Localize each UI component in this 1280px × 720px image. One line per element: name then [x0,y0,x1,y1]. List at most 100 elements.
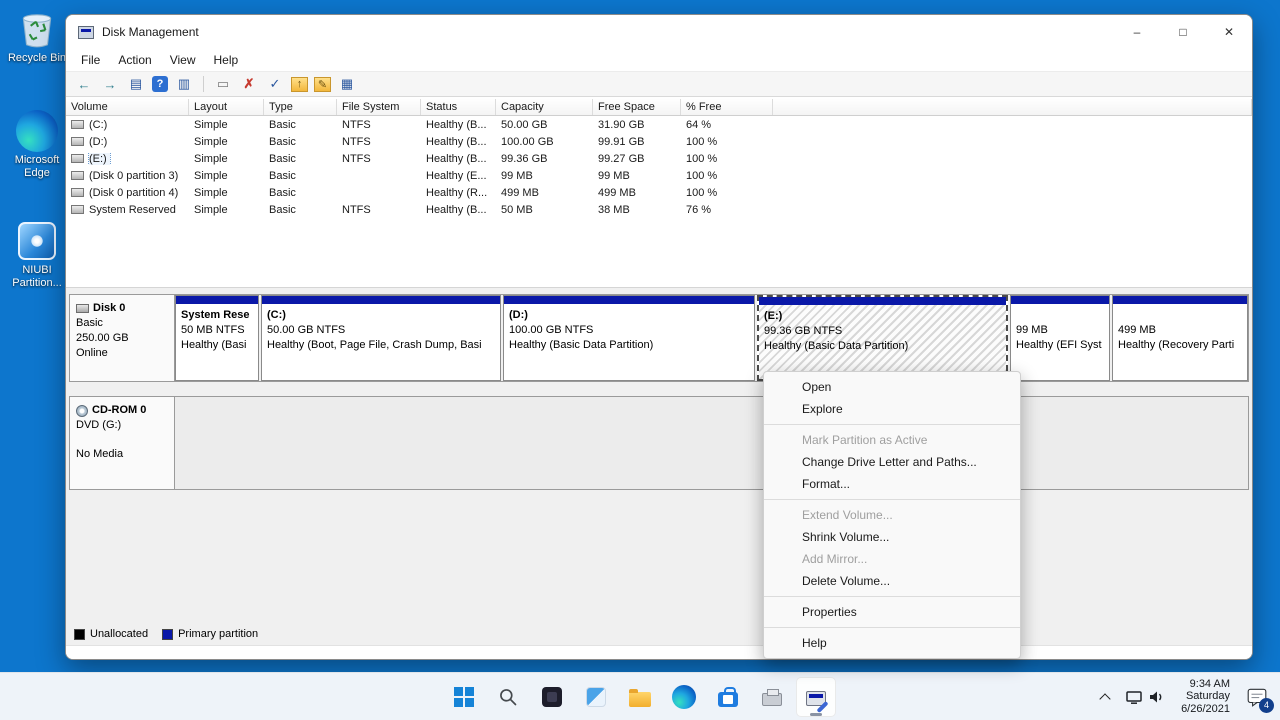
disk0-row: Disk 0 Basic 250.00 GB Online System Res… [69,294,1249,382]
volume-row-e[interactable]: (E:) Simple Basic NTFS Healthy (B... 99.… [66,150,1252,167]
volume-name: (Disk 0 partition 4) [89,187,178,199]
printer-icon [762,693,782,706]
help-icon[interactable]: ? [152,76,168,92]
volume-list: Volume Layout Type File System Status Ca… [66,99,1252,287]
disk0-label[interactable]: Disk 0 Basic 250.00 GB Online [70,295,175,381]
menu-help[interactable]: Help [205,50,248,70]
microsoft-store-button[interactable] [708,677,748,717]
dialog-icon[interactable]: ▭ [213,75,233,93]
desktop-icon-label: Recycle Bin [4,52,70,65]
partition-system-reserved[interactable]: System Rese 50 MB NTFS Healthy (Basi [175,295,259,381]
network-icon [1125,688,1143,706]
column-header-capacity[interactable]: Capacity [496,99,593,115]
task-view-icon [542,687,562,707]
menu-item-delete-volume[interactable]: Delete Volume... [764,570,1020,592]
volume-row-partition4[interactable]: (Disk 0 partition 4) Simple Basic Health… [66,184,1252,201]
forward-icon[interactable]: → [100,75,120,93]
volume-name-selected: (E:) [89,153,110,165]
disk-management-icon [806,691,826,706]
windows-logo-icon [454,687,474,707]
column-header-pct-free[interactable]: % Free [681,99,773,115]
cdrom0-kind: DVD (G:) [76,418,170,433]
column-header-free-space[interactable]: Free Space [593,99,681,115]
menu-item-shrink-volume[interactable]: Shrink Volume... [764,526,1020,548]
desktop-icon-label: Microsoft Edge [4,154,70,180]
column-header-type[interactable]: Type [264,99,337,115]
menu-item-explore[interactable]: Explore [764,398,1020,420]
taskbar-clock[interactable]: 9:34 AM Saturday 6/26/2021 [1175,677,1236,717]
volume-row-c[interactable]: (C:) Simple Basic NTFS Healthy (B... 50.… [66,116,1252,133]
widgets-button[interactable] [576,677,616,717]
menu-view[interactable]: View [161,50,205,70]
legend: Unallocated Primary partition [74,628,258,640]
volume-row-d[interactable]: (D:) Simple Basic NTFS Healthy (B... 100… [66,133,1252,150]
titlebar[interactable]: Disk Management – □ ✕ [66,15,1252,49]
menu-item-properties[interactable]: Properties [764,601,1020,623]
column-header-filler [773,99,1252,115]
cdrom0-empty-area[interactable] [175,397,1248,489]
volume-name: (D:) [89,136,107,148]
desktop-icon-niubi-partition[interactable]: NIUBI Partition... [4,220,70,290]
primary-partition-color-bar [1113,296,1247,304]
volume-name: (C:) [89,119,107,131]
network-volume-button[interactable] [1119,677,1171,717]
desktop-icon-microsoft-edge[interactable]: Microsoft Edge [4,110,70,180]
notification-badge: 4 [1259,698,1274,713]
desktop-icon-recycle-bin[interactable]: Recycle Bin [4,8,70,65]
edit-volume-icon[interactable]: ✎ [314,77,331,92]
disk-icon [76,304,89,313]
menu-action[interactable]: Action [109,50,160,70]
partition-recovery[interactable]: 499 MB Healthy (Recovery Parti [1112,295,1248,381]
recycle-bin-icon [15,8,59,50]
close-button[interactable]: ✕ [1206,15,1252,49]
menu-item-mark-partition-active: Mark Partition as Active [764,429,1020,451]
partition-d[interactable]: (D:) 100.00 GB NTFS Healthy (Basic Data … [503,295,755,381]
primary-partition-color-bar [262,296,500,304]
column-header-layout[interactable]: Layout [189,99,264,115]
system-tray: 9:34 AM Saturday 6/26/2021 4 [1095,673,1274,720]
menu-item-extend-volume: Extend Volume... [764,504,1020,526]
menu-item-open[interactable]: Open [764,376,1020,398]
clock-time: 9:34 AM [1181,678,1230,691]
delete-volume-icon[interactable]: ✗ [239,75,259,93]
window-statusbar [66,645,1252,659]
toolbar-separator [203,76,204,92]
search-button[interactable] [488,677,528,717]
new-volume-icon[interactable]: ↑ [291,77,308,92]
primary-partition-color-bar [176,296,258,304]
primary-partition-color-bar [1011,296,1109,304]
menu-item-format[interactable]: Format... [764,473,1020,495]
menu-file[interactable]: File [72,50,109,70]
partition-c[interactable]: (C:) 50.00 GB NTFS Healthy (Boot, Page F… [261,295,501,381]
mark-active-icon[interactable]: ✓ [265,75,285,93]
column-header-file-system[interactable]: File System [337,99,421,115]
back-icon[interactable]: ← [74,75,94,93]
volume-row-partition3[interactable]: (Disk 0 partition 3) Simple Basic Health… [66,167,1252,184]
minimize-button[interactable]: – [1114,15,1160,49]
column-header-status[interactable]: Status [421,99,496,115]
printer-tool-button[interactable] [752,677,792,717]
task-view-button[interactable] [532,677,572,717]
menu-item-help[interactable]: Help [764,632,1020,654]
window-list-icon[interactable]: ▥ [174,75,194,93]
menu-separator [764,596,1020,597]
volume-row-system-reserved[interactable]: System Reserved Simple Basic NTFS Health… [66,201,1252,218]
cdrom0-label[interactable]: CD-ROM 0 DVD (G:) No Media [70,397,175,489]
partition-e-selected[interactable]: (E:) 99.36 GB NTFS Healthy (Basic Data P… [757,295,1008,381]
file-explorer-button[interactable] [620,677,660,717]
volume-icon [71,154,84,163]
column-header-volume[interactable]: Volume [66,99,189,115]
edge-button[interactable] [664,677,704,717]
disk-management-app-icon [78,26,94,39]
views-icon[interactable]: ▦ [337,75,357,93]
start-button[interactable] [444,677,484,717]
console-tree-icon[interactable]: ▤ [126,75,146,93]
maximize-button[interactable]: □ [1160,15,1206,49]
menu-item-change-drive-letter[interactable]: Change Drive Letter and Paths... [764,451,1020,473]
partition-efi[interactable]: 99 MB Healthy (EFI Syst [1010,295,1110,381]
cdrom0-media-status: No Media [76,447,170,462]
notification-center-button[interactable]: 4 [1240,677,1274,717]
volume-icon [71,171,84,180]
tray-overflow-button[interactable] [1095,677,1115,717]
disk-management-taskbar-button[interactable] [796,677,836,717]
